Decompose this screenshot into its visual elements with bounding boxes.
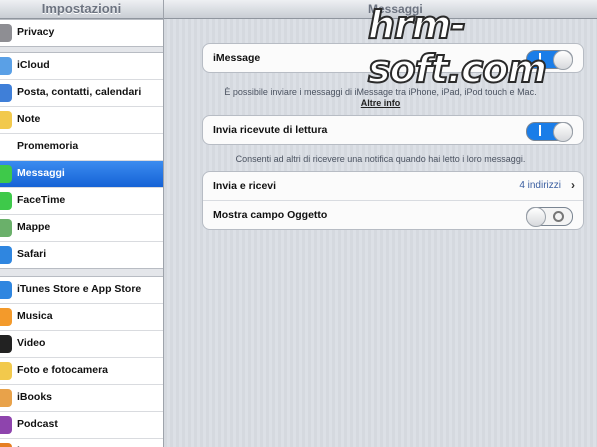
cloud-icon (0, 57, 12, 75)
sidebar-item-video[interactable]: Video (0, 331, 163, 358)
chevron-right-icon: › (571, 178, 575, 192)
read-receipts-row: Invia ricevute di lettura (203, 116, 583, 144)
video-icon (0, 192, 12, 210)
sidebar-item-label: iTunes Store e App Store (17, 283, 142, 295)
book-icon (0, 389, 12, 407)
read-receipts-card: Invia ricevute di lettura (202, 115, 584, 145)
imessage-label: iMessage (213, 52, 261, 64)
sidebar-item-label: Promemoria (17, 140, 79, 152)
sidebar-title: Impostazioni (41, 1, 122, 16)
sidebar-item-label: Privacy (17, 26, 55, 38)
sidebar-item-foto-e-fotocamera[interactable]: Foto e fotocamera (0, 358, 163, 385)
sidebar-item-label: Safari (17, 248, 47, 260)
sidebar-group-media: iTunes Store e App Store Musica Video Foto … (0, 276, 163, 447)
toggle-knob (526, 207, 546, 227)
film-icon (0, 335, 12, 353)
sidebar-header: Impostazioni (0, 0, 163, 19)
sidebar-item-messaggi[interactable]: Messaggi (0, 161, 163, 188)
sidebar-item-itunes-u[interactable]: iTunes U (0, 439, 163, 447)
sidebar-item-icloud[interactable]: iCloud (0, 53, 163, 80)
sidebar-item-label: Video (17, 337, 46, 349)
compass-icon (0, 246, 12, 264)
store-icon (0, 281, 12, 299)
more-info-link[interactable]: Altre info (164, 98, 597, 108)
sidebar-item-label: iCloud (17, 59, 50, 71)
sidebar-item-label: FaceTime (17, 194, 66, 206)
sidebar-item-posta-contatti-calendari[interactable]: Posta, contatti, calendari (0, 80, 163, 107)
sidebar-item-musica[interactable]: Musica (0, 304, 163, 331)
sidebar-item-podcast[interactable]: Podcast (0, 412, 163, 439)
sidebar-item-itunes-store-e-app-store[interactable]: iTunes Store e App Store (0, 277, 163, 304)
sidebar-item-label: Musica (17, 310, 53, 322)
send-receive-row[interactable]: Invia e ricevi 4 indirizzi › (203, 172, 583, 201)
send-receive-value: 4 indirizzi (519, 180, 561, 191)
sidebar-item-label: Messaggi (17, 167, 65, 179)
list-icon (0, 138, 12, 156)
sidebar-item-privacy[interactable]: Privacy (0, 20, 163, 46)
read-receipts-toggle[interactable] (526, 122, 573, 142)
message-icon (0, 165, 12, 183)
sidebar-item-ibooks[interactable]: iBooks (0, 385, 163, 412)
sidebar-item-label: Note (17, 113, 41, 125)
sidebar-item-label: Mappe (17, 221, 51, 233)
sidebar-item-mappe[interactable]: Mappe (0, 215, 163, 242)
off-ring-icon (553, 211, 564, 222)
sidebar-item-facetime[interactable]: FaceTime (0, 188, 163, 215)
toggle-knob (553, 122, 573, 142)
sidebar-item-note[interactable]: Note (0, 107, 163, 134)
send-receive-label: Invia e ricevi (213, 180, 277, 192)
sidebar-item-promemoria[interactable]: Promemoria (0, 134, 163, 161)
music-icon (0, 308, 12, 326)
cap-icon (0, 443, 12, 447)
mail-icon (0, 84, 12, 102)
sidebar-item-label: Podcast (17, 418, 58, 430)
watermark-logo: hrm-soft.com (367, 2, 548, 92)
sidebar-group-privacy: Privacy (0, 19, 163, 47)
sidebar-item-label: iBooks (17, 391, 53, 403)
sidebar-group-apps: iCloud Posta, contatti, calendari Note Prom… (0, 52, 163, 269)
sidebar-item-label: Foto e fotocamera (17, 364, 109, 376)
podcast-icon (0, 416, 12, 434)
note-icon (0, 111, 12, 129)
subject-field-toggle[interactable] (526, 207, 573, 227)
flower-icon (0, 362, 12, 380)
send-options-card: Invia e ricevi 4 indirizzi › Mostra camp… (202, 171, 584, 230)
settings-sidebar: Impostazioni Privacy iCloud Posta, contat… (0, 0, 164, 447)
read-receipts-label: Invia ricevute di lettura (213, 124, 328, 136)
hand-icon (0, 24, 12, 42)
sidebar-item-label: Posta, contatti, calendari (17, 86, 142, 98)
subject-field-label: Mostra campo Oggetto (213, 209, 328, 221)
subject-field-row: Mostra campo Oggetto (203, 201, 583, 229)
on-mark-icon (539, 125, 541, 136)
map-icon (0, 219, 12, 237)
read-receipts-note: Consenti ad altri di ricevere una notifi… (235, 154, 526, 164)
sidebar-item-safari[interactable]: Safari (0, 242, 163, 268)
